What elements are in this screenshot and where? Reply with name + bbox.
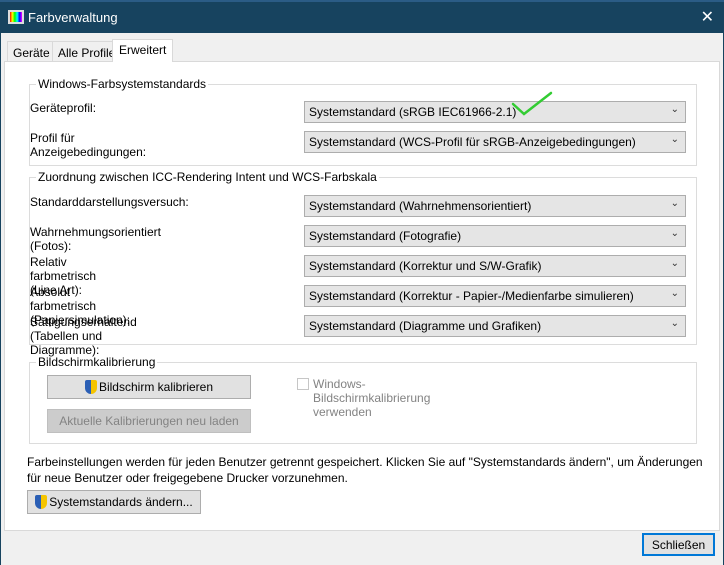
uac-shield-icon: [35, 495, 48, 509]
select-value: Systemstandard (Korrektur - Papier-/Medi…: [309, 289, 634, 303]
close-icon[interactable]: ✕: [701, 7, 714, 27]
reload-calibrations-button: Aktuelle Kalibrierungen neu laden: [47, 409, 251, 433]
tab-erweitert[interactable]: Erweitert: [112, 39, 174, 62]
use-calibration-label: Windows-Bildschirmkalibrierung verwenden: [313, 377, 431, 419]
close-button[interactable]: Schließen: [642, 533, 715, 556]
select-value: Systemstandard (Korrektur und S/W-Grafik…: [309, 259, 542, 273]
group-legend: Bildschirmkalibrierung: [36, 355, 158, 369]
change-system-defaults-button[interactable]: Systemstandards ändern...: [27, 490, 201, 514]
select-geraeteprofil[interactable]: Systemstandard (sRGB IEC61966-2.1) ⌄: [304, 101, 686, 123]
select-value: Systemstandard (sRGB IEC61966-2.1): [309, 105, 517, 119]
select-relativ[interactable]: Systemstandard (Korrektur und S/W-Grafik…: [304, 255, 686, 277]
chevron-down-icon: ⌄: [670, 288, 679, 299]
chevron-down-icon: ⌄: [670, 318, 679, 329]
chevron-down-icon: ⌄: [670, 104, 679, 115]
select-anzeigebedingungen[interactable]: Systemstandard (WCS-Profil für sRGB-Anze…: [304, 131, 686, 153]
tab-alle-profile[interactable]: Alle Profile: [52, 41, 122, 61]
select-absolut[interactable]: Systemstandard (Korrektur - Papier-/Medi…: [304, 285, 686, 307]
group-legend: Windows-Farbsystemstandards: [36, 77, 209, 91]
label-saettigung: Sättigungserhaltend (Tabellen und Diagra…: [30, 315, 137, 357]
chevron-down-icon: ⌄: [670, 228, 679, 239]
window-title: Farbverwaltung: [28, 10, 118, 25]
select-value: Systemstandard (Wahrnehmensorientiert): [309, 199, 532, 213]
green-checkmark-annotation: [511, 91, 553, 116]
select-value: Systemstandard (WCS-Profil für sRGB-Anze…: [309, 135, 636, 149]
button-label: Systemstandards ändern...: [49, 495, 193, 509]
info-text: Farbeinstellungen werden für jeden Benut…: [27, 455, 703, 485]
color-management-icon: [8, 10, 24, 24]
group-legend: Zuordnung zwischen ICC-Rendering Intent …: [36, 170, 379, 184]
select-value: Systemstandard (Fotografie): [309, 229, 462, 243]
label-wahrnehmung: Wahrnehmungsorientiert (Fotos):: [30, 225, 161, 253]
uac-shield-icon: [84, 380, 97, 394]
label-geraeteprofil: Geräteprofil:: [30, 101, 97, 115]
select-standard[interactable]: Systemstandard (Wahrnehmensorientiert) ⌄: [304, 195, 686, 217]
calibrate-display-button[interactable]: Bildschirm kalibrieren: [47, 375, 251, 399]
tab-geraete[interactable]: Geräte: [7, 41, 56, 61]
chevron-down-icon: ⌄: [670, 198, 679, 209]
use-calibration-checkbox[interactable]: [297, 378, 309, 390]
select-saettigung[interactable]: Systemstandard (Diagramme und Grafiken) ⌄: [304, 315, 686, 337]
chevron-down-icon: ⌄: [670, 258, 679, 269]
title-bar: Farbverwaltung ✕: [0, 0, 724, 33]
button-label: Bildschirm kalibrieren: [98, 380, 214, 394]
select-wahrnehmung[interactable]: Systemstandard (Fotografie) ⌄: [304, 225, 686, 247]
select-value: Systemstandard (Diagramme und Grafiken): [309, 319, 542, 333]
checkmark-stroke: [511, 91, 553, 116]
label-anzeigebedingungen: Profil für Anzeigebedingungen:: [30, 131, 147, 159]
chevron-down-icon: ⌄: [670, 134, 679, 145]
label-standard: Standarddarstellungsversuch:: [30, 195, 189, 209]
button-label: Aktuelle Kalibrierungen neu laden: [59, 414, 239, 428]
